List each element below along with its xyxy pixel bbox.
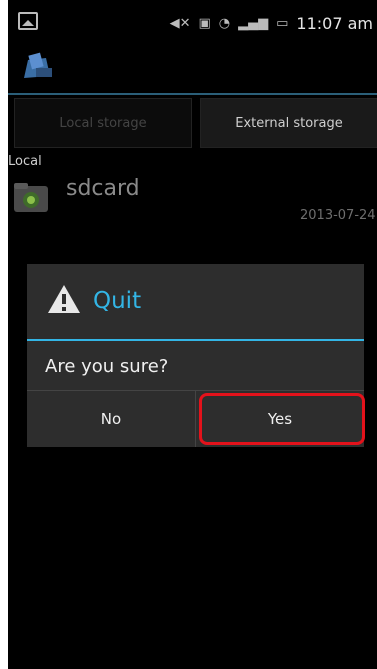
app-bar-divider	[8, 93, 377, 95]
mute-icon: ◀✕	[169, 16, 191, 31]
battery-icon: ▭	[276, 16, 289, 31]
tab-external-storage[interactable]: External storage	[200, 98, 377, 148]
status-bar: ◀✕ ▣ ◔ ▂▄▆ ▭ 11:07 am	[8, 0, 377, 46]
list-item[interactable]: sdcard 2013-07-24	[8, 170, 377, 230]
dialog-title-bar: Quit	[27, 264, 364, 338]
yes-button-highlight	[199, 393, 365, 445]
clock: 11:07 am	[296, 14, 373, 33]
file-manager-logo-icon[interactable]	[20, 52, 54, 82]
dialog-title-divider	[27, 339, 364, 341]
section-label-local: Local	[8, 154, 42, 169]
tab-local-storage[interactable]: Local storage	[14, 98, 192, 148]
screen: ◀✕ ▣ ◔ ▂▄▆ ▭ 11:07 am Local storage Exte…	[8, 0, 377, 669]
wifi-icon: ◔	[218, 16, 231, 31]
sim-icon: ▣	[198, 16, 211, 31]
signal-icon: ▂▄▆	[238, 16, 269, 31]
status-icons: ◀✕ ▣ ◔ ▂▄▆ ▭ 11:07 am	[170, 14, 373, 33]
no-button[interactable]: No	[27, 391, 195, 447]
dialog-message: Are you sure?	[45, 356, 169, 377]
folder-icon	[14, 183, 48, 212]
file-name: sdcard	[66, 176, 140, 201]
warning-icon	[48, 285, 80, 313]
dialog-title: Quit	[93, 288, 142, 314]
app-bar	[8, 46, 377, 92]
file-date: 2013-07-24	[300, 208, 376, 223]
image-notification-icon	[18, 12, 38, 30]
